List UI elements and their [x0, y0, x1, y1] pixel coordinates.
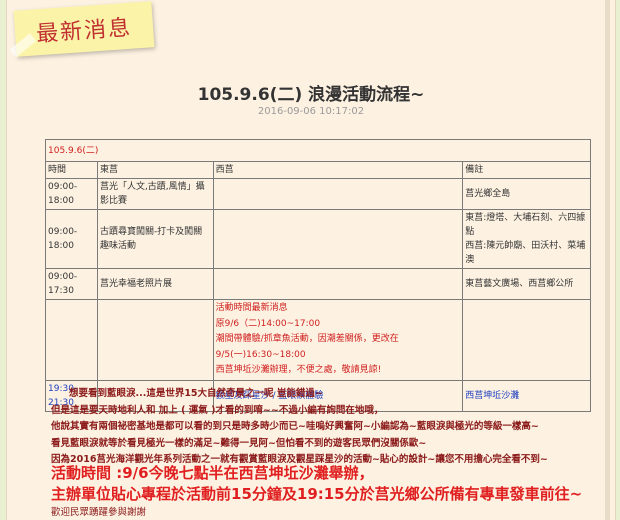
column-header-east: 東莒	[96, 161, 214, 179]
east-cell: 古蹟尋寶闖關-打卡及闖關趣味活動	[96, 209, 214, 269]
west-cell	[212, 268, 464, 300]
notice-line: 原9/6（二)14:00~17:00	[215, 318, 321, 329]
intro-line: 看見藍眼淚就等於看見極光一樣的滿足~難得一見阿~但怕看不到的遊客民眾們沒關係歐~	[51, 437, 427, 449]
announcement-time: 活動時間 :9/6今晚七點半在西莒坤坵沙灘舉辦，	[51, 464, 374, 482]
table-row: 105.9.6(二)	[45, 139, 591, 162]
east-cell: 莒光幸福老照片展	[96, 268, 214, 300]
note-line: 點	[465, 227, 475, 237]
note-cell: 莒光鄉全島	[462, 178, 591, 210]
note-cell: 東莒藝文廣場、西莒鄉公所	[462, 268, 591, 300]
time-cell: 09:00-17:30	[45, 268, 98, 300]
east-cell	[96, 299, 214, 381]
news-banner: 最新消息	[9, 1, 155, 58]
table-row: 活動時間最新消息 原9/6（二)14:00~17:00 潮間帶體驗/抓章魚活動，…	[45, 299, 591, 381]
table-header-row: 時間 東莒 西莒 備註	[45, 161, 591, 179]
notice-line: 西莒坤坵沙灘辦理，不便之處，敬請見諒!	[215, 365, 382, 375]
notice-line: 潮間帶體驗/抓章魚活動，因潮差關係，更改在	[215, 334, 399, 344]
note-line: 東莒:燈塔、大埔石刻、六四據	[465, 213, 586, 223]
time-cell: 09:00-18:00	[45, 209, 98, 269]
schedule-table: 105.9.6(二) 時間 東莒 西莒 備註 09:00-18:00 莒光「人文…	[45, 139, 591, 412]
time-cell: 09:00-18:00	[45, 178, 98, 210]
notice-line: 9/5(一)16:30~18:00	[215, 349, 306, 360]
intro-line: 他說其實有兩個祕密基地是都可以看的到只是時多時少而已~哇嗚好興奮阿~小編認為~藍…	[51, 421, 539, 432]
note-line: 西莒:陳元帥廟、田沃村、菜埔	[465, 241, 586, 251]
note-line: 澳	[465, 255, 475, 265]
post-date: 2016-09-06 10:17:02	[257, 106, 365, 117]
west-cell-notice: 活動時間最新消息 原9/6（二)14:00~17:00 潮間帶體驗/抓章魚活動，…	[212, 299, 464, 381]
intro-text: 想要看到藍眼淚...這是世界15大自然奇景之一呢 豈能錯過~ 但是這是要天時地利…	[51, 386, 611, 469]
table-row: 09:00-18:00 莒光「人文,古蹟,風情」攝影比賽 莒光鄉全島	[45, 178, 591, 210]
note-cell	[462, 299, 591, 381]
vertical-scrollbar[interactable]	[605, 0, 610, 520]
west-cell	[212, 178, 464, 210]
intro-line: 但是這是要天時地利人和 加上 ( 運氣 )才看的到唷~~不過小編有詢問在地哦，	[51, 404, 384, 416]
intro-line: 想要看到藍眼淚...這是世界15大自然奇景之一呢 豈能錯過~	[69, 388, 323, 399]
announcement-shuttle: 主辦單位貼心專程於活動前15分鐘及19:15分於莒光鄉公所備有專車發車前往~	[51, 485, 583, 503]
banner-label: 最新消息	[35, 15, 133, 48]
table-row: 09:00-17:30 莒光幸福老照片展 東莒藝文廣場、西莒鄉公所	[45, 268, 591, 300]
column-header-note: 備註	[462, 161, 591, 179]
note-cell: 東莒:燈塔、大埔石刻、六四據 點 西莒:陳元帥廟、田沃村、菜埔 澳	[462, 209, 591, 269]
news-card: 最新消息 105.9.6(二) 浪漫活動流程~ 2016-09-06 10:17…	[6, 0, 616, 520]
east-cell: 莒光「人文,古蹟,風情」攝影比賽	[96, 178, 214, 210]
post-title[interactable]: 105.9.6(二) 浪漫活動流程~	[7, 80, 615, 105]
west-cell	[212, 209, 464, 269]
time-cell	[45, 299, 98, 381]
tape-decoration	[9, 33, 37, 58]
table-row: 09:00-18:00 古蹟尋寶闖關-打卡及闖關趣味活動 東莒:燈塔、大埔石刻、…	[45, 209, 591, 269]
welcome-text: 歡迎民眾踴躍參與謝謝	[51, 507, 147, 518]
column-header-west: 西莒	[212, 161, 464, 179]
column-header-time: 時間	[45, 161, 98, 179]
notice-line: 活動時間最新消息	[215, 303, 288, 313]
date-header-cell: 105.9.6(二)	[45, 139, 591, 162]
